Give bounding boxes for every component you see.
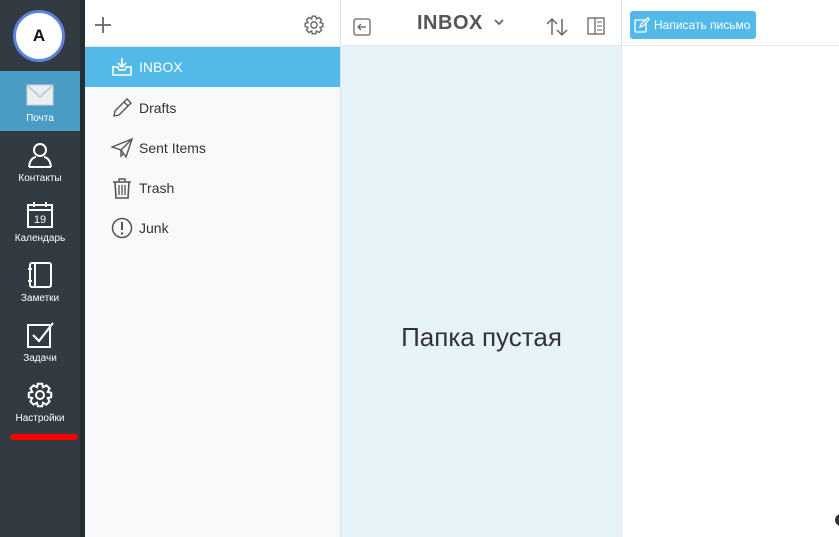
chevron-down-icon[interactable]: [493, 16, 505, 28]
compose-label: Написать письмо: [654, 18, 751, 32]
folder-junk[interactable]: Junk: [85, 208, 340, 248]
rail-item-label: Почта: [26, 113, 54, 124]
rail-item-label: Задачи: [23, 353, 57, 364]
calendar-icon: 19: [27, 202, 53, 228]
folder-panel: INBOX Drafts Sent Items Trash Junk: [85, 0, 340, 537]
app-rail: A Почта Контакты 19 Календарь Заметки За…: [0, 0, 80, 537]
pencil-icon: [113, 98, 132, 117]
folder-inbox[interactable]: INBOX: [85, 47, 340, 87]
message-list: INBOX Папка пустая: [340, 0, 622, 537]
highlight-underline: [10, 434, 78, 440]
paper-plane-icon: [111, 137, 133, 159]
folder-name: Junk: [139, 220, 169, 236]
folder-settings-icon[interactable]: [303, 14, 325, 36]
reading-pane: Написать письмо: [621, 0, 839, 537]
gear-icon: [27, 382, 53, 408]
folder-name: INBOX: [139, 59, 183, 75]
rail-item-contacts[interactable]: Контакты: [0, 131, 80, 191]
rail-item-label: Заметки: [20, 293, 60, 304]
warning-icon: [111, 217, 133, 239]
mail-icon: [26, 84, 54, 106]
layout-icon[interactable]: [587, 17, 605, 35]
rail-item-settings[interactable]: Настройки: [0, 371, 80, 431]
calendar-day: 19: [34, 214, 46, 226]
folder-title: INBOX: [417, 12, 483, 34]
sort-icon[interactable]: [545, 17, 569, 37]
notes-icon: [28, 262, 52, 288]
rail-item-label: Настройки: [15, 413, 65, 424]
message-list-header: INBOX: [341, 0, 622, 46]
avatar-area: A: [0, 0, 80, 71]
avatar[interactable]: A: [13, 10, 65, 62]
contacts-icon: [28, 143, 52, 168]
rail-item-label: Календарь: [14, 233, 66, 244]
add-folder-icon[interactable]: [93, 15, 113, 35]
folder-panel-header: [85, 0, 340, 47]
rail-item-mail[interactable]: Почта: [0, 71, 80, 131]
compose-button[interactable]: Написать письмо: [630, 11, 757, 39]
compose-icon: [634, 17, 650, 33]
folder-name: Trash: [139, 180, 175, 196]
folder-drafts[interactable]: Drafts: [85, 88, 340, 128]
tasks-icon: [27, 322, 54, 348]
collapse-panel-icon[interactable]: [353, 18, 371, 36]
trash-icon: [113, 178, 131, 199]
folder-trash[interactable]: Trash: [85, 168, 340, 208]
inbox-icon: [112, 58, 132, 76]
reading-pane-header: Написать письмо: [622, 0, 839, 46]
rail-item-calendar[interactable]: 19 Календарь: [0, 191, 80, 251]
folder-name: Sent Items: [139, 140, 206, 156]
empty-folder-message: Папка пустая: [401, 322, 562, 352]
rail-item-notes[interactable]: Заметки: [0, 251, 80, 311]
rail-item-label: Контакты: [18, 173, 62, 184]
folder-sent-items[interactable]: Sent Items: [85, 128, 340, 168]
rail-item-tasks[interactable]: Задачи: [0, 311, 80, 371]
folder-name: Drafts: [139, 100, 177, 116]
